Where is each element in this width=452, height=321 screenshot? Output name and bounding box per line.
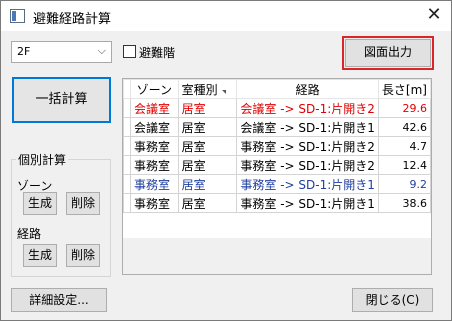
room-type-cell: 居室 [177, 136, 238, 156]
evacuation-floor-checkbox[interactable] [123, 45, 136, 58]
individual-calc-title: 個別計算 [16, 151, 69, 168]
app-icon [10, 9, 25, 23]
route-table[interactable]: ゾーン 室種別 経路 長さ[m] 会議室 居室 会議室 -> SD-1:片開き2 29… [122, 78, 432, 275]
route-generate-button[interactable]: 生成 [23, 244, 57, 267]
route-cell: 事務室 -> SD-1:片開き2 [236, 155, 379, 175]
table-row[interactable]: 事務室 居室 事務室 -> SD-1:片開き1 38.6 [123, 193, 432, 213]
length-cell: 42.6 [377, 117, 432, 137]
detail-settings-button[interactable]: 詳細設定... [11, 288, 107, 312]
table-header-row: ゾーン 室種別 経路 長さ[m] [123, 79, 432, 99]
route-cell: 事務室 -> SD-1:片開き1 [236, 193, 379, 213]
length-cell: 38.6 [377, 193, 432, 213]
column-header-route[interactable]: 経路 [236, 79, 379, 99]
length-cell: 12.4 [377, 155, 432, 175]
zone-cell: 会議室 [130, 117, 179, 137]
zone-cell: 事務室 [130, 174, 179, 194]
floor-select[interactable]: 2F ⌵ [11, 41, 112, 63]
window-title: 避難経路計算 [33, 12, 112, 27]
room-type-cell: 居室 [177, 155, 238, 175]
route-cell: 事務室 -> SD-1:片開き2 [236, 136, 379, 156]
floor-select-value: 2F [17, 45, 31, 58]
dialog-window: 避難経路計算 ✕ 2F ⌵ 避難階 図面出力 一括計算 個別計算 ゾーン 生成 … [0, 0, 452, 321]
title-bar: 避難経路計算 ✕ [1, 1, 451, 31]
column-header-room-type[interactable]: 室種別 [177, 79, 238, 99]
chevron-down-icon: ⌵ [97, 44, 106, 57]
close-window-button[interactable]: ✕ [417, 1, 451, 31]
zone-cell: 事務室 [130, 155, 179, 175]
close-button[interactable]: 閉じる(C) [352, 288, 433, 312]
column-header-room-type-label: 室種別 [181, 82, 218, 97]
column-header-zone[interactable]: ゾーン [130, 79, 179, 99]
room-type-cell: 居室 [177, 174, 238, 194]
column-header-length[interactable]: 長さ[m] [377, 79, 432, 99]
row-header-cell [123, 174, 131, 194]
individual-calc-group: 個別計算 ゾーン 生成 削除 経路 生成 削除 [11, 151, 111, 277]
route-cell: 会議室 -> SD-1:片開き1 [236, 117, 379, 137]
table-row[interactable]: 事務室 居室 事務室 -> SD-1:片開き2 4.7 [123, 136, 432, 156]
length-cell: 4.7 [377, 136, 432, 156]
zone-cell: 会議室 [130, 98, 179, 118]
batch-calculate-button[interactable]: 一括計算 [12, 77, 111, 123]
route-delete-button[interactable]: 削除 [66, 244, 100, 267]
zone-generate-button[interactable]: 生成 [23, 192, 57, 215]
table-row[interactable]: 事務室 居室 事務室 -> SD-1:片開き2 12.4 [123, 155, 432, 175]
length-cell: 29.6 [377, 98, 432, 118]
row-header-cell [123, 117, 131, 137]
evacuation-floor-label: 避難階 [139, 46, 176, 60]
row-header-cell [123, 98, 131, 118]
zone-cell: 事務室 [130, 136, 179, 156]
table-row[interactable]: 会議室 居室 会議室 -> SD-1:片開き2 29.6 [123, 98, 432, 118]
route-cell: 会議室 -> SD-1:片開き2 [236, 98, 379, 118]
table-row[interactable]: 事務室 居室 事務室 -> SD-1:片開き1 9.2 [123, 174, 432, 194]
zone-delete-button[interactable]: 削除 [66, 192, 100, 215]
zone-cell: 事務室 [130, 193, 179, 213]
row-header-cell [123, 155, 131, 175]
route-cell: 事務室 -> SD-1:片開き1 [236, 174, 379, 194]
room-type-cell: 居室 [177, 98, 238, 118]
row-header-cell [123, 193, 131, 213]
table-empty-area [123, 238, 431, 274]
route-label: 経路 [17, 227, 42, 241]
length-cell: 9.2 [377, 174, 432, 194]
row-header-cell [123, 136, 131, 156]
room-type-cell: 居室 [177, 117, 238, 137]
row-header-corner [123, 79, 131, 99]
sort-caret-icon [221, 89, 226, 94]
room-type-cell: 居室 [177, 193, 238, 213]
export-drawing-button[interactable]: 図面出力 [342, 36, 434, 70]
table-row[interactable]: 会議室 居室 会議室 -> SD-1:片開き1 42.6 [123, 117, 432, 137]
dialog-body: 2F ⌵ 避難階 図面出力 一括計算 個別計算 ゾーン 生成 削除 経路 生成 … [1, 31, 451, 320]
